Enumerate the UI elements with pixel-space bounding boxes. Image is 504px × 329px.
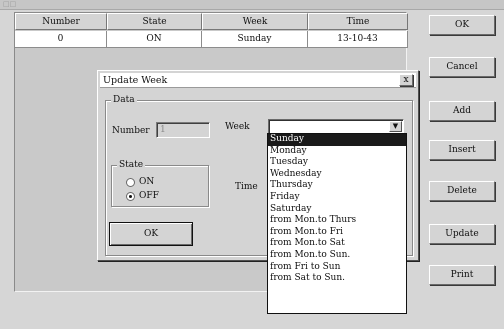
list-item[interactable]: Friday [268, 192, 406, 204]
radio-off-label: OFF [139, 191, 159, 201]
radio-on-indicator[interactable] [126, 177, 135, 187]
radio-on-label: ON [139, 177, 155, 187]
state-group-label: State [117, 160, 146, 170]
radio-on[interactable]: ON [126, 177, 154, 187]
list-item[interactable]: Monday [268, 146, 406, 158]
list-item[interactable]: from Mon.to Sun. [268, 250, 406, 262]
list-item[interactable]: Tuesday [268, 157, 406, 169]
week-dropdown-list[interactable]: Sunday Monday Tuesday Wednesday Thursday… [267, 133, 407, 314]
cancel-button[interactable]: Cancel [429, 57, 495, 77]
list-item[interactable]: Sunday [268, 134, 406, 146]
close-icon[interactable]: x [399, 74, 413, 86]
radio-off-indicator[interactable] [126, 191, 135, 201]
list-item[interactable]: from Mon.to Thurs [268, 215, 406, 227]
column-header-state[interactable]: State [107, 13, 202, 30]
number-field[interactable]: 1 [156, 122, 210, 138]
delete-button[interactable]: Delete [429, 181, 495, 201]
list-item[interactable]: Saturday [268, 204, 406, 216]
column-header-week[interactable]: Week [202, 13, 308, 30]
column-header-time[interactable]: Time [308, 13, 408, 30]
list-item[interactable]: Thursday [268, 180, 406, 192]
update-button[interactable]: Update [429, 224, 495, 244]
window-title: □□ [3, 0, 17, 8]
list-item[interactable]: from Sat to Sun. [268, 273, 406, 285]
list-item[interactable]: from Mon.to Sat [268, 238, 406, 250]
dialog-title: Update Week [103, 75, 168, 86]
list-item[interactable]: Wednesday [268, 169, 406, 181]
insert-button[interactable]: Insert [429, 140, 495, 160]
window-title-bar: □□ [0, 0, 504, 10]
dialog-title-bar[interactable]: Update Week x [100, 73, 416, 88]
cell-time[interactable]: 13-10-43 [308, 31, 408, 48]
week-label: Week [225, 122, 250, 132]
cell-number[interactable]: 0 [15, 31, 107, 48]
week-select[interactable]: ▼ [268, 119, 404, 134]
add-button[interactable]: Add [429, 101, 495, 121]
print-button[interactable]: Print [429, 265, 495, 285]
list-item[interactable]: from Fri to Sun [268, 262, 406, 274]
table-row[interactable]: 0 ON Sunday 13-10-43 [15, 31, 408, 48]
main-window: □□ Number State Week Time 0 ON Sunday 13… [0, 0, 504, 329]
cell-state[interactable]: ON [107, 31, 202, 48]
cell-week[interactable]: Sunday [202, 31, 308, 48]
grid-header-row: Number State Week Time [15, 13, 408, 30]
column-header-number[interactable]: Number [15, 13, 107, 30]
time-label: Time [235, 182, 258, 192]
list-item[interactable]: from Mon.to Fri [268, 227, 406, 239]
number-label: Number [112, 126, 150, 136]
ok-button[interactable]: OK [429, 15, 495, 35]
dialog-ok-button[interactable]: OK [109, 222, 193, 246]
radio-off[interactable]: OFF [126, 191, 159, 201]
data-group-label: Data [111, 95, 137, 105]
chevron-down-icon[interactable]: ▼ [389, 121, 402, 132]
